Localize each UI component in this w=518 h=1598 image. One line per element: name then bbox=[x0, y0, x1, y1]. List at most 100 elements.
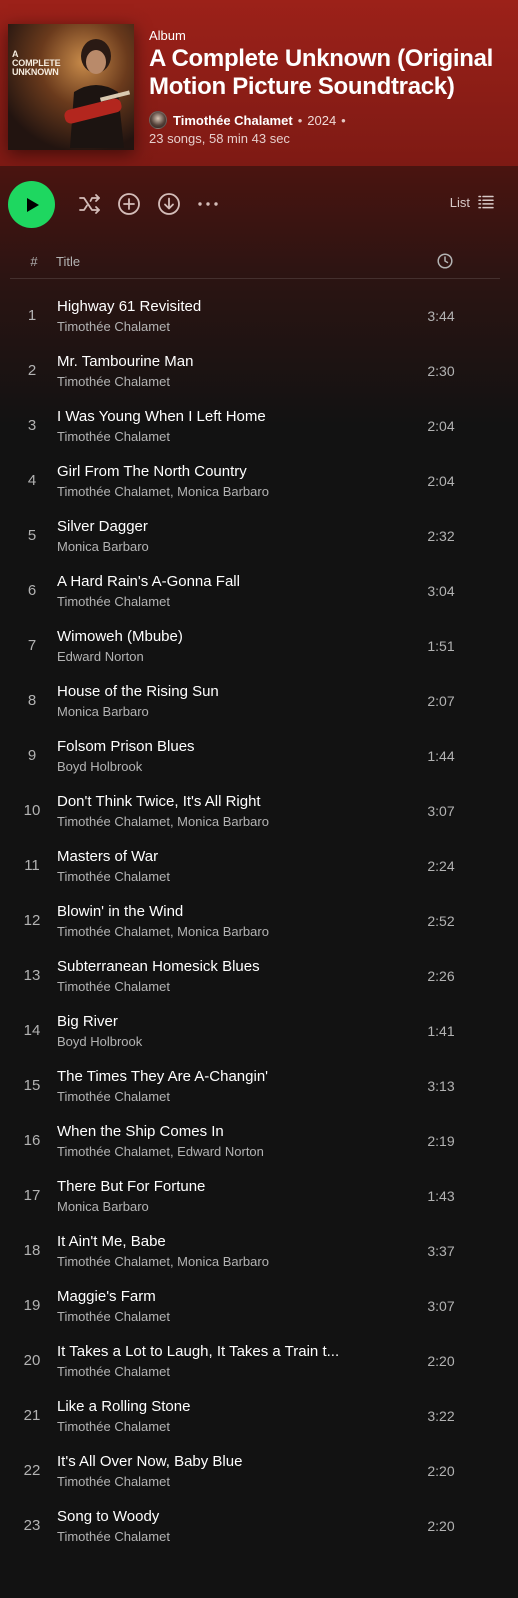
track-number: 20 bbox=[23, 1352, 41, 1369]
track-artist[interactable]: Timothée Chalamet bbox=[57, 1364, 397, 1379]
track-row[interactable]: 21 Like a Rolling Stone Timothée Chalamet 3… bbox=[0, 1389, 518, 1444]
track-number: 23 bbox=[23, 1517, 41, 1534]
track-artist[interactable]: Timothée Chalamet bbox=[57, 1309, 397, 1324]
title-header[interactable]: Title bbox=[56, 254, 80, 269]
more-horizontal-icon[interactable] bbox=[196, 192, 220, 216]
track-duration: 2:20 bbox=[427, 1463, 455, 1479]
track-title[interactable]: Song to Woody bbox=[57, 1508, 357, 1525]
track-title[interactable]: It's All Over Now, Baby Blue bbox=[57, 1453, 357, 1470]
track-title[interactable]: Wimoweh (Mbube) bbox=[57, 628, 357, 645]
artist-link[interactable]: Timothée Chalamet bbox=[173, 113, 293, 128]
track-title[interactable]: Mr. Tambourine Man bbox=[57, 353, 357, 370]
track-title[interactable]: Subterranean Homesick Blues bbox=[57, 958, 357, 975]
track-row[interactable]: 5 Silver Dagger Monica Barbaro 2:32 bbox=[0, 509, 518, 564]
track-title[interactable]: Like a Rolling Stone bbox=[57, 1398, 357, 1415]
track-row[interactable]: 10 Don't Think Twice, It's All Right Timot… bbox=[0, 784, 518, 839]
track-duration: 3:13 bbox=[427, 1078, 455, 1094]
track-artist[interactable]: Timothée Chalamet, Edward Norton bbox=[57, 1144, 397, 1159]
track-row[interactable]: 12 Blowin' in the Wind Timothée Chalamet, … bbox=[0, 894, 518, 949]
album-meta: Timothée Chalamet • 2024 • bbox=[149, 110, 351, 130]
track-number: 11 bbox=[24, 857, 40, 874]
track-duration: 2:26 bbox=[427, 968, 455, 984]
track-artist[interactable]: Timothée Chalamet bbox=[57, 319, 397, 334]
track-title[interactable]: When the Ship Comes In bbox=[57, 1123, 357, 1140]
track-row[interactable]: 19 Maggie's Farm Timothée Chalamet 3:07 bbox=[0, 1279, 518, 1334]
clock-icon bbox=[437, 253, 453, 269]
track-title[interactable]: The Times They Are A-Changin' bbox=[57, 1068, 357, 1085]
track-artist[interactable]: Monica Barbaro bbox=[57, 539, 397, 554]
track-row[interactable]: 7 Wimoweh (Mbube) Edward Norton 1:51 bbox=[0, 619, 518, 674]
track-number: 22 bbox=[23, 1462, 41, 1479]
track-title[interactable]: I Was Young When I Left Home bbox=[57, 408, 357, 425]
track-artist[interactable]: Timothée Chalamet, Monica Barbaro bbox=[57, 814, 397, 829]
track-row[interactable]: 22 It's All Over Now, Baby Blue Timothée C… bbox=[0, 1444, 518, 1499]
track-title[interactable]: There But For Fortune bbox=[57, 1178, 357, 1195]
track-title[interactable]: Girl From The North Country bbox=[57, 463, 357, 480]
track-artist[interactable]: Timothée Chalamet, Monica Barbaro bbox=[57, 924, 397, 939]
album-header: A COMPLETE UNKNOWN Album A Complete Unkn… bbox=[0, 0, 518, 166]
track-title[interactable]: Folsom Prison Blues bbox=[57, 738, 357, 755]
track-row[interactable]: 18 It Ain't Me, Babe Timothée Chalamet, Mo… bbox=[0, 1224, 518, 1279]
artist-avatar[interactable] bbox=[149, 111, 167, 129]
track-artist[interactable]: Timothée Chalamet bbox=[57, 429, 397, 444]
track-number-header: # bbox=[30, 254, 38, 269]
track-row[interactable]: 11 Masters of War Timothée Chalamet 2:24 bbox=[0, 839, 518, 894]
track-artist[interactable]: Timothée Chalamet bbox=[57, 1089, 397, 1104]
track-row[interactable]: 23 Song to Woody Timothée Chalamet 2:20 bbox=[0, 1499, 518, 1554]
track-number: 9 bbox=[27, 747, 37, 764]
track-artist[interactable]: Timothée Chalamet bbox=[57, 594, 397, 609]
add-circle-icon[interactable] bbox=[117, 192, 141, 216]
track-artist[interactable]: Boyd Holbrook bbox=[57, 759, 397, 774]
track-row[interactable]: 2 Mr. Tambourine Man Timothée Chalamet 2:30 bbox=[0, 344, 518, 399]
album-cover[interactable]: A COMPLETE UNKNOWN bbox=[8, 24, 134, 150]
track-title[interactable]: It Takes a Lot to Laugh, It Takes a Trai… bbox=[57, 1343, 357, 1360]
track-artist[interactable]: Timothée Chalamet, Monica Barbaro bbox=[57, 1254, 397, 1269]
track-row[interactable]: 13 Subterranean Homesick Blues Timothée Ch… bbox=[0, 949, 518, 1004]
track-row[interactable]: 17 There But For Fortune Monica Barbaro 1:4… bbox=[0, 1169, 518, 1224]
track-artist[interactable]: Timothée Chalamet, Monica Barbaro bbox=[57, 484, 397, 499]
track-duration: 2:32 bbox=[427, 528, 455, 544]
track-row[interactable]: 1 Highway 61 Revisited Timothée Chalamet 3:… bbox=[0, 289, 518, 344]
track-title[interactable]: House of the Rising Sun bbox=[57, 683, 357, 700]
track-artist[interactable]: Edward Norton bbox=[57, 649, 397, 664]
play-button[interactable] bbox=[8, 181, 55, 228]
track-number: 14 bbox=[23, 1022, 41, 1039]
track-artist[interactable]: Monica Barbaro bbox=[57, 704, 397, 719]
track-artist[interactable]: Monica Barbaro bbox=[57, 1199, 397, 1214]
track-row[interactable]: 16 When the Ship Comes In Timothée Chalame… bbox=[0, 1114, 518, 1169]
track-artist[interactable]: Timothée Chalamet bbox=[57, 1474, 397, 1489]
track-row[interactable]: 9 Folsom Prison Blues Boyd Holbrook 1:44 bbox=[0, 729, 518, 784]
track-title[interactable]: It Ain't Me, Babe bbox=[57, 1233, 357, 1250]
track-row[interactable]: 4 Girl From The North Country Timothée Cha… bbox=[0, 454, 518, 509]
track-artist[interactable]: Timothée Chalamet bbox=[57, 1419, 397, 1434]
track-title[interactable]: Maggie's Farm bbox=[57, 1288, 357, 1305]
track-row[interactable]: 20 It Takes a Lot to Laugh, It Takes a Tr… bbox=[0, 1334, 518, 1389]
track-title[interactable]: Big River bbox=[57, 1013, 357, 1030]
track-title[interactable]: A Hard Rain's A-Gonna Fall bbox=[57, 573, 357, 590]
track-row[interactable]: 3 I Was Young When I Left Home Timothée Ch… bbox=[0, 399, 518, 454]
track-title[interactable]: Silver Dagger bbox=[57, 518, 357, 535]
track-artist[interactable]: Timothée Chalamet bbox=[57, 374, 397, 389]
track-duration: 2:30 bbox=[427, 363, 455, 379]
track-title[interactable]: Highway 61 Revisited bbox=[57, 298, 357, 315]
track-title[interactable]: Masters of War bbox=[57, 848, 357, 865]
track-artist[interactable]: Boyd Holbrook bbox=[57, 1034, 397, 1049]
track-row[interactable]: 14 Big River Boyd Holbrook 1:41 bbox=[0, 1004, 518, 1059]
separator-dot: • bbox=[341, 112, 346, 128]
track-title[interactable]: Don't Think Twice, It's All Right bbox=[57, 793, 357, 810]
shuffle-icon[interactable] bbox=[78, 192, 102, 216]
view-toggle[interactable]: List bbox=[450, 194, 494, 210]
track-title[interactable]: Blowin' in the Wind bbox=[57, 903, 357, 920]
track-number: 19 bbox=[23, 1297, 41, 1314]
download-circle-icon[interactable] bbox=[157, 192, 181, 216]
track-number: 8 bbox=[27, 692, 37, 709]
track-row[interactable]: 8 House of the Rising Sun Monica Barbaro 2:… bbox=[0, 674, 518, 729]
track-artist[interactable]: Timothée Chalamet bbox=[57, 869, 397, 884]
track-duration: 2:04 bbox=[427, 473, 455, 489]
track-row[interactable]: 15 The Times They Are A-Changin' Timothée … bbox=[0, 1059, 518, 1114]
track-row[interactable]: 6 A Hard Rain's A-Gonna Fall Timothée Chal… bbox=[0, 564, 518, 619]
track-artist[interactable]: Timothée Chalamet bbox=[57, 1529, 397, 1544]
cover-artwork bbox=[64, 39, 130, 148]
track-number: 7 bbox=[27, 637, 37, 654]
track-artist[interactable]: Timothée Chalamet bbox=[57, 979, 397, 994]
